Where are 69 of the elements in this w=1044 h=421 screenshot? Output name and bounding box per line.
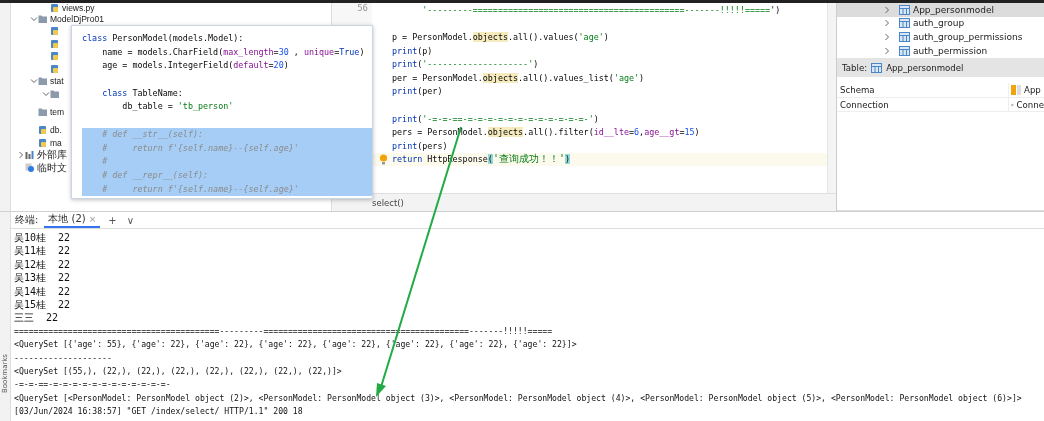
scratch-file-icon (25, 162, 35, 173)
table-name: App_personmodel (886, 62, 964, 73)
python-file-icon (38, 125, 48, 136)
add-tab-button[interactable]: + (106, 214, 119, 226)
terminal-output-line: 吴12桂 22 (14, 257, 72, 272)
code-line: print(pers) (392, 140, 448, 151)
terminal-output-line: <QuerySet [(55,), (22,), (22,), (22,), (22,), (22,), (22,), (22,)]> (14, 364, 343, 378)
folder-icon (38, 14, 48, 24)
python-file-icon (50, 26, 60, 37)
table-label: Table: (842, 62, 868, 73)
tree-item-label[interactable]: ModelDjPro01 (50, 14, 104, 24)
terminal-label: 终端: (15, 213, 39, 227)
code-line: print('-=-=-==-=-=-=-=-=-=-=-=-=-=-=-=-') (392, 113, 599, 124)
library-icon (25, 150, 35, 161)
terminal-output-line: 吴10桂 22 (14, 231, 72, 245)
code-line: age = models.IntegerField(default=20) (101, 59, 290, 73)
tree-item-label[interactable]: 临时文 (37, 160, 67, 175)
property-value: Conne (1016, 99, 1044, 110)
property-name: Connection (837, 97, 1009, 112)
terminal-output-line: [03/Jun/2024 16:38:57] "GET /index/select/ HTTP/1.1" 200 18 (14, 405, 304, 419)
table-icon (899, 45, 910, 56)
python-file-icon (50, 63, 60, 74)
code-line: name = models.CharField(max_length=30 , unique=True) (101, 45, 366, 59)
python-file-icon (50, 38, 60, 49)
code-line: p = PersonModel.objects.all().values('age') (392, 32, 609, 42)
terminal-output-line: 吴14桂 22 (14, 284, 72, 298)
code-line: '---------==========================================-------!!!!!=====') (421, 4, 781, 15)
code-line: class PersonModel(models.Model): (82, 32, 245, 45)
table-tree-item[interactable]: App_personmodel (837, 3, 1044, 17)
tree-item-label[interactable]: stat (50, 76, 64, 87)
tree-item-label[interactable]: views.py (62, 3, 95, 13)
table-tree-item[interactable]: auth_group (837, 16, 1044, 31)
terminal-tab[interactable]: 本地 (2) × (44, 212, 101, 228)
python-file-icon (50, 51, 60, 62)
table-tree-item[interactable]: auth_permission (837, 43, 1044, 58)
dropdown-button[interactable]: ∨ (124, 214, 136, 226)
terminal-output-line: 吴11桂 22 (14, 244, 72, 258)
terminal-output-line: -=-=-==-=-=-=-=-=-=-=-=-=-=-=-=- (14, 378, 172, 392)
table-icon (899, 4, 910, 15)
table-tree-item[interactable]: auth_group_permissions (837, 30, 1044, 44)
folder-icon (38, 107, 48, 117)
code-line: print('--------------------') (392, 59, 539, 70)
property-name: Schema (837, 83, 1009, 97)
table-icon (899, 32, 910, 42)
tree-item-label[interactable]: 外部库 (37, 148, 67, 163)
breadcrumb[interactable]: select() (332, 193, 836, 211)
terminal-output-line: <QuerySet [<PersonModel: PersonModel object (2)>, <PersonModel: PersonModel object (3)>, <PersonModel: PersonModel object (4)>, <PersonModel: PersonModel object (5)>, <PersonModel: PersonModel object (6)>]> (14, 391, 1023, 405)
terminal-output-line: 三三 22 (14, 311, 60, 325)
folder-icon (38, 76, 48, 87)
code-line: per = PersonModel.objects.all().values_list('age') (392, 72, 645, 83)
scrollbar[interactable] (827, 3, 836, 193)
python-file-icon (38, 137, 48, 148)
table-icon (899, 18, 910, 29)
property-value: App (1024, 85, 1041, 96)
tree-item-label[interactable]: tem (50, 107, 65, 117)
code-line: print(per) (392, 86, 443, 97)
code-line: db_table = 'tb_person' (121, 100, 235, 114)
line-number: 56 (356, 3, 368, 13)
code-line: print(p) (392, 45, 433, 56)
folder-icon (50, 88, 60, 99)
tree-item-label[interactable]: ma (50, 137, 62, 148)
python-file-icon (50, 3, 60, 13)
terminal-output-line: -------------------- (14, 351, 113, 365)
tree-item-label[interactable]: db. (50, 125, 62, 136)
code-line: class TableName: (101, 86, 184, 100)
schema-icon (1011, 85, 1021, 96)
table-icon (871, 62, 883, 73)
terminal-output-line: 吴15桂 22 (14, 297, 72, 312)
terminal-output-line: 吴13桂 22 (14, 271, 72, 285)
